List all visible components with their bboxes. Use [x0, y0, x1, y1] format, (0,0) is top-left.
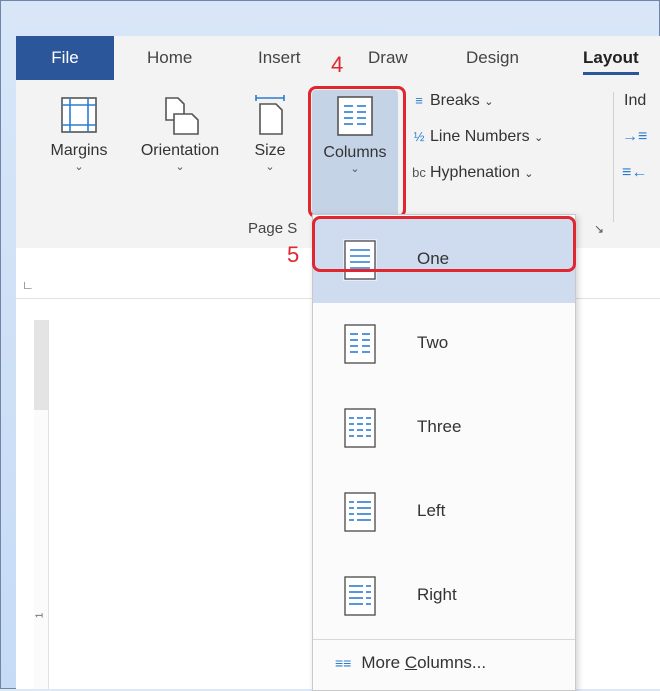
line-numbers-icon: ½	[413, 129, 425, 144]
margins-button[interactable]: Margins ⌄	[38, 94, 120, 173]
margins-icon	[61, 97, 97, 133]
orientation-button[interactable]: Orientation ⌄	[128, 94, 232, 173]
ruler-mark: 1	[34, 612, 46, 619]
menu-item-left[interactable]: Left	[313, 471, 575, 555]
chevron-down-icon: ⌄	[484, 96, 494, 109]
left-column-icon	[344, 492, 376, 532]
dialog-launcher-icon[interactable]: ↘	[594, 222, 604, 236]
more-columns-button[interactable]: ≡≡ More Columns...	[335, 653, 486, 673]
orientation-label: Orientation	[140, 142, 220, 159]
more-columns-suffix: olumns...	[417, 653, 487, 672]
indent-right-icon[interactable]: ≡←	[622, 160, 647, 186]
chevron-down-icon: ⌄	[524, 168, 534, 181]
breaks-icon: ≡	[415, 93, 423, 108]
columns-dropdown-menu: One Two Three Left Right ≡≡ More Columns…	[312, 214, 576, 691]
hyphenation-label: Hyphenation	[430, 164, 520, 182]
breaks-label: Breaks	[430, 92, 480, 110]
tab-draw[interactable]: Draw	[368, 36, 408, 80]
vertical-ruler[interactable]: 1	[34, 320, 49, 689]
orientation-icon	[165, 97, 199, 135]
line-numbers-label: Line Numbers	[430, 128, 530, 146]
ruler-margin-area	[34, 320, 48, 410]
two-columns-icon	[344, 324, 376, 364]
size-label: Size	[254, 142, 286, 159]
three-columns-icon	[344, 408, 376, 448]
indent-left-icon[interactable]: →≡	[622, 124, 647, 150]
indent-label: Ind	[624, 92, 647, 109]
page-setup-group-label: Page S	[248, 220, 298, 237]
columns-small-icon: ≡≡	[335, 655, 352, 671]
menu-item-label: Two	[417, 333, 449, 352]
menu-item-two[interactable]: Two	[313, 303, 575, 387]
step-number-5: 5	[287, 242, 300, 267]
chevron-down-icon: ⌄	[534, 132, 544, 145]
size-button[interactable]: Size ⌄	[242, 94, 298, 173]
one-column-highlight	[312, 216, 576, 272]
hyphenation-icon: bc	[412, 165, 426, 180]
more-columns-accesskey: C	[404, 653, 418, 672]
menu-item-right[interactable]: Right	[313, 555, 575, 639]
margins-label: Margins	[50, 142, 108, 159]
menu-divider	[313, 639, 575, 640]
more-columns-prefix: More	[361, 653, 405, 672]
tab-home[interactable]: Home	[147, 36, 192, 80]
chevron-down-icon: ⌄	[265, 161, 275, 173]
columns-highlight	[308, 86, 406, 218]
tab-selector-icon[interactable]: ∟	[22, 278, 36, 292]
right-column-icon	[344, 576, 376, 616]
group-divider	[613, 92, 614, 222]
menu-item-label: Left	[417, 501, 446, 520]
hyphenation-button[interactable]: bc Hyphenation ⌄	[408, 160, 534, 186]
chevron-down-icon: ⌄	[175, 161, 185, 173]
menu-item-label: Three	[417, 417, 462, 436]
tab-insert[interactable]: Insert	[258, 36, 301, 80]
size-icon	[255, 95, 285, 135]
step-number-4: 4	[331, 52, 344, 77]
tab-file[interactable]: File	[16, 36, 114, 80]
tab-layout[interactable]: Layout	[583, 36, 639, 80]
line-numbers-button[interactable]: ½ Line Numbers ⌄	[408, 124, 544, 150]
chevron-down-icon: ⌄	[74, 161, 84, 173]
tab-design[interactable]: Design	[466, 36, 519, 80]
menu-item-three[interactable]: Three	[313, 387, 575, 471]
menu-item-label: Right	[417, 585, 457, 604]
breaks-button[interactable]: ≡ Breaks ⌄	[408, 88, 493, 114]
